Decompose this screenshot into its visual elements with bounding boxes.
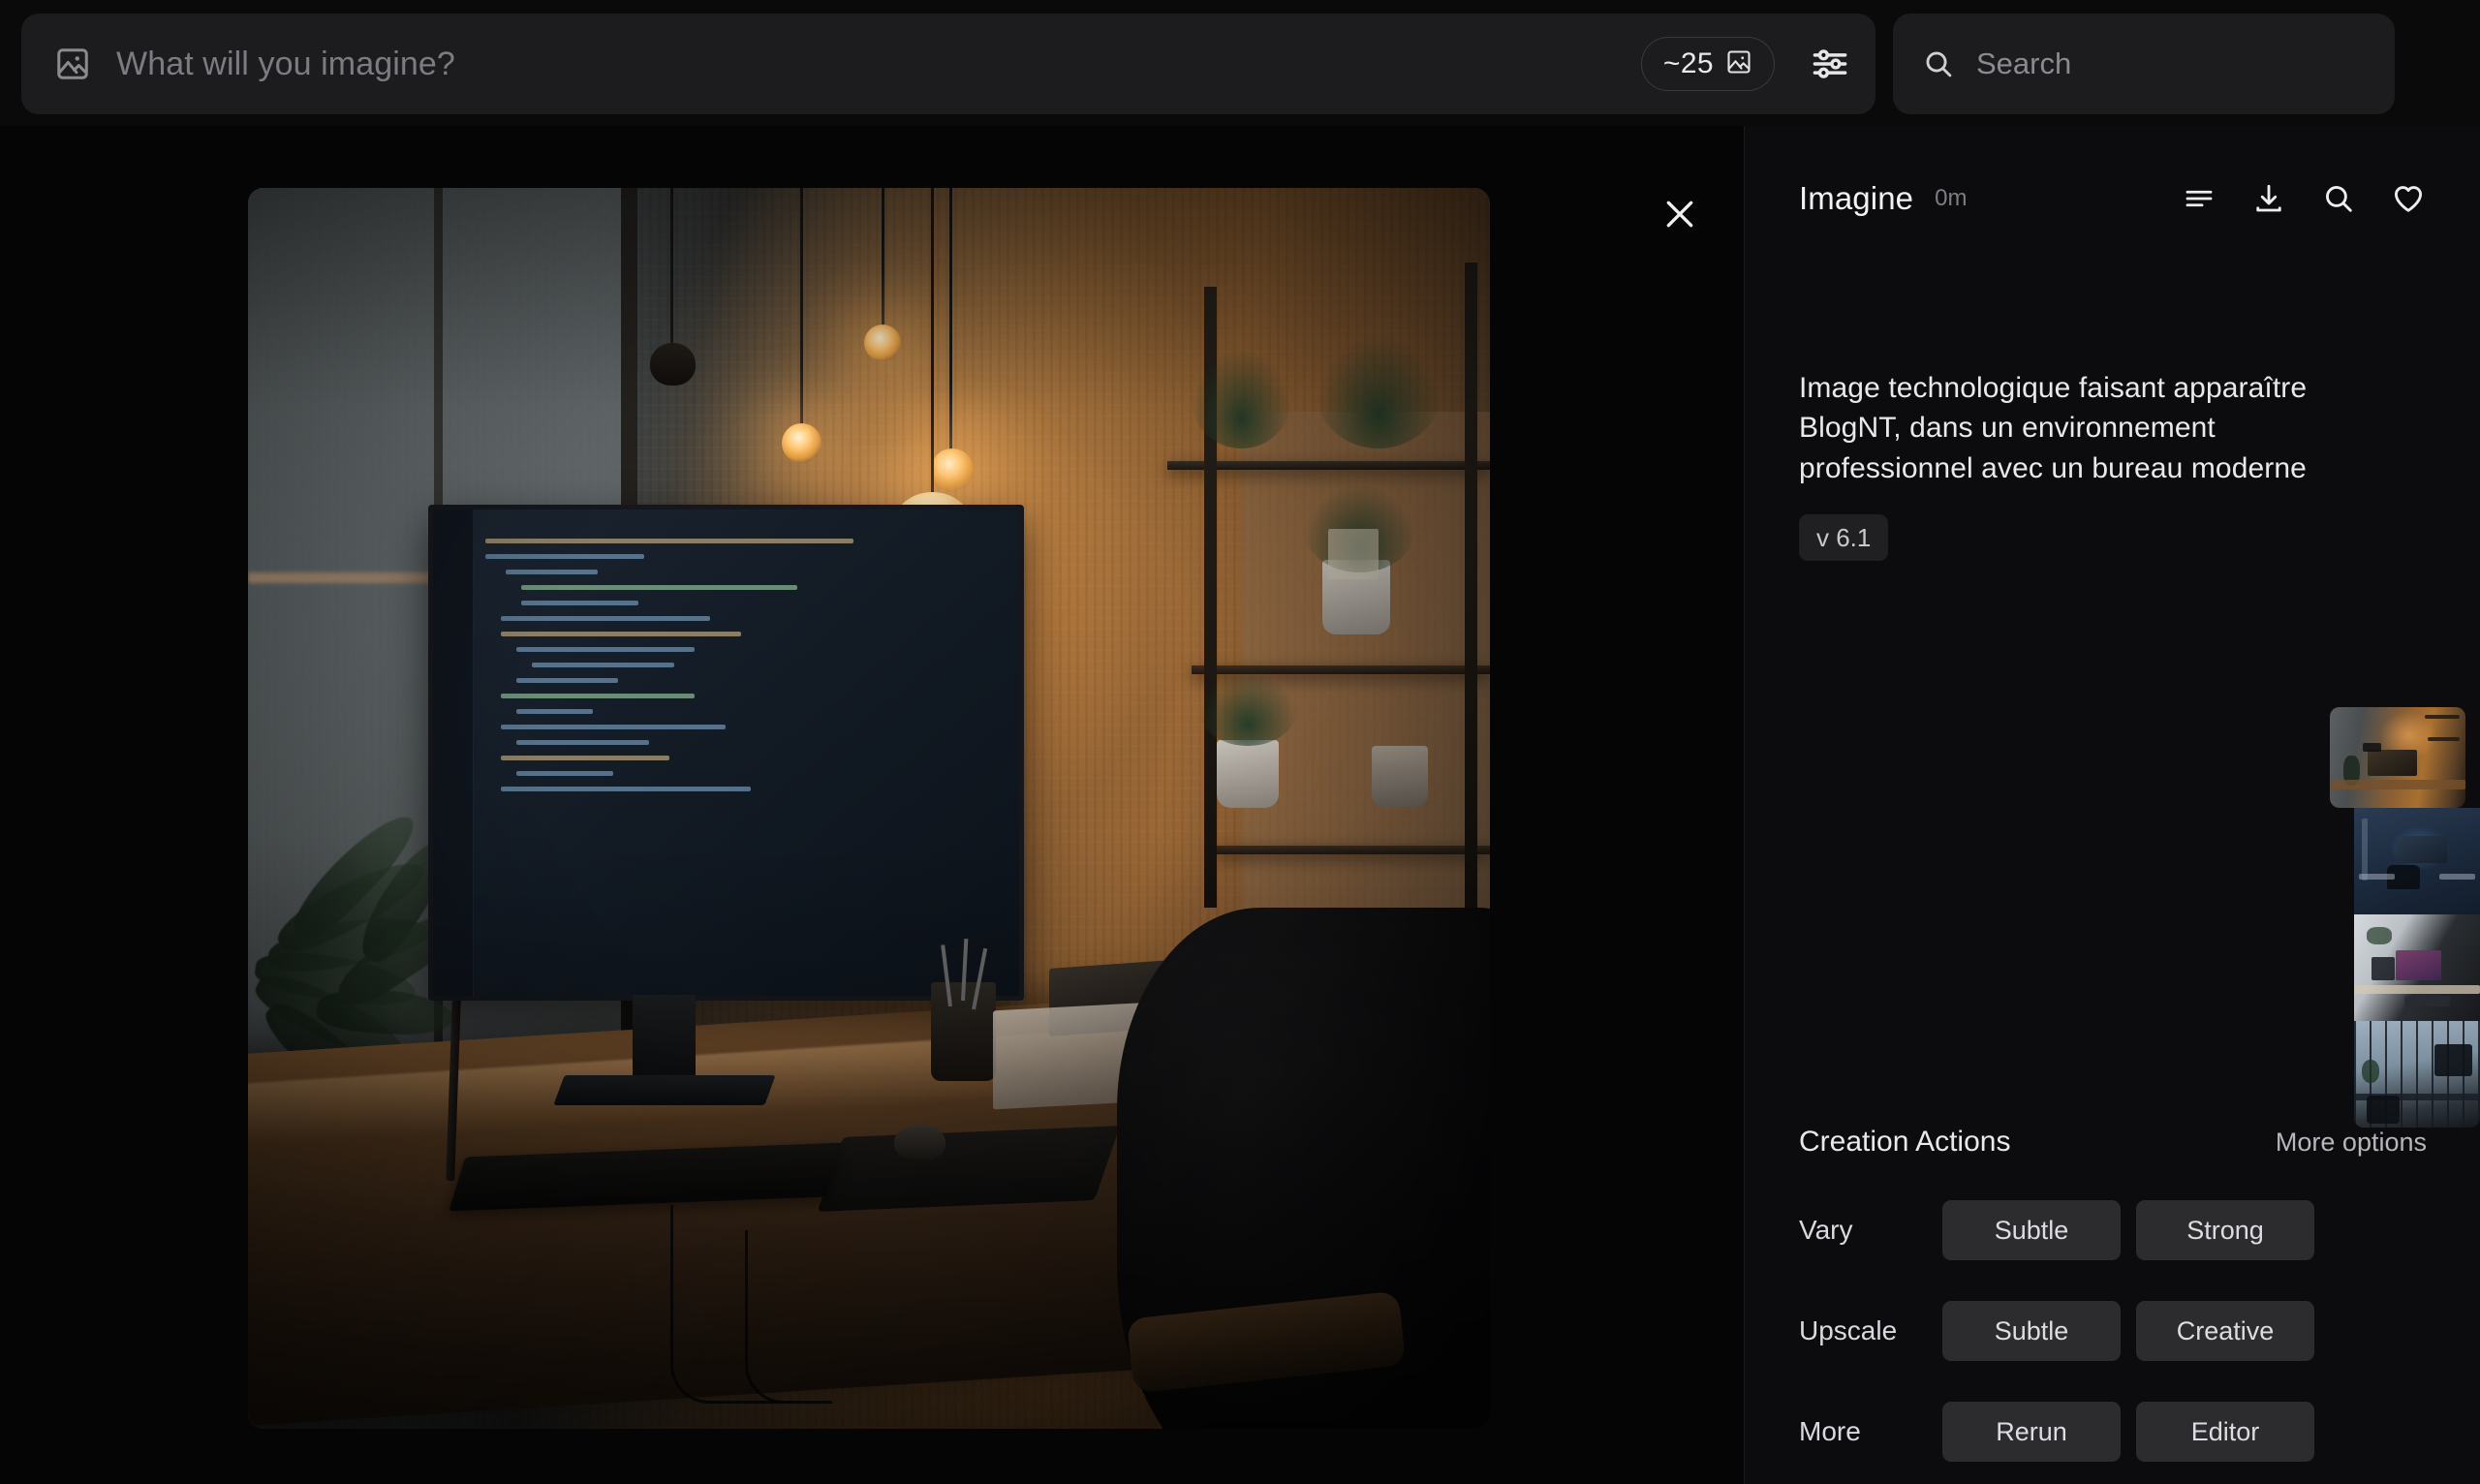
download-icon[interactable] (2250, 180, 2287, 217)
prompt-bar[interactable]: ~25 (21, 14, 1876, 114)
close-icon[interactable] (1652, 186, 1708, 242)
action-row-label: More (1799, 1416, 1861, 1446)
action-row-more: More Rerun Editor (1799, 1381, 2427, 1482)
list-icon[interactable] (2181, 180, 2217, 217)
vary-strong-button[interactable]: Strong (2136, 1200, 2314, 1260)
hero-artwork (248, 188, 1490, 1429)
vary-subtle-button[interactable]: Subtle (1942, 1200, 2121, 1260)
thumbnail-rail (2330, 707, 2480, 1128)
search-bar[interactable] (1893, 14, 2395, 114)
creation-actions: Creation Actions More options Vary Subtl… (1799, 1126, 2427, 1484)
sliders-icon[interactable] (1808, 42, 1852, 86)
thumbnail-item[interactable] (2354, 808, 2480, 914)
heart-icon[interactable] (2390, 180, 2427, 217)
more-options-link[interactable]: More options (2276, 1128, 2427, 1158)
image-viewer (0, 126, 1744, 1484)
action-row-label: Upscale (1799, 1315, 1898, 1345)
credits-count: ~25 (1662, 47, 1714, 79)
elapsed-time: 0m (1935, 185, 1968, 211)
prompt-text: Image technologique faisant apparaître B… (1799, 372, 2308, 484)
search-icon[interactable] (2320, 180, 2357, 217)
credits-pill[interactable]: ~25 (1640, 37, 1775, 91)
search-icon (1922, 47, 1955, 80)
thumbnail-item[interactable] (2354, 914, 2480, 1021)
details-actions (2181, 180, 2427, 217)
image-icon (1725, 48, 1752, 80)
more-editor-button[interactable]: Editor (2136, 1402, 2314, 1462)
prompt-input[interactable] (116, 45, 1616, 83)
upscale-subtle-button[interactable]: Subtle (1942, 1301, 2121, 1361)
hero-image[interactable] (248, 188, 1490, 1429)
app-root: ~25 (0, 0, 2480, 1484)
action-row-vary: Vary Subtle Strong (1799, 1180, 2427, 1281)
version-badge[interactable]: v 6.1 (1799, 514, 1889, 561)
image-icon (54, 46, 91, 82)
thumbnail-item[interactable] (2330, 707, 2465, 808)
top-bar: ~25 (0, 0, 2480, 126)
thumbnail-item[interactable] (2354, 1021, 2480, 1128)
creation-actions-header: Creation Actions More options (1799, 1126, 2427, 1180)
search-input[interactable] (1976, 46, 2366, 81)
more-rerun-button[interactable]: Rerun (1942, 1402, 2121, 1462)
creation-actions-title: Creation Actions (1799, 1126, 2011, 1158)
page-title: Imagine (1799, 180, 1914, 216)
action-row-upscale: Upscale Subtle Creative (1799, 1281, 2427, 1381)
action-row-label: Vary (1799, 1215, 1853, 1245)
upscale-creative-button[interactable]: Creative (2136, 1301, 2314, 1361)
details-header: Imagine 0m (1799, 180, 2427, 217)
